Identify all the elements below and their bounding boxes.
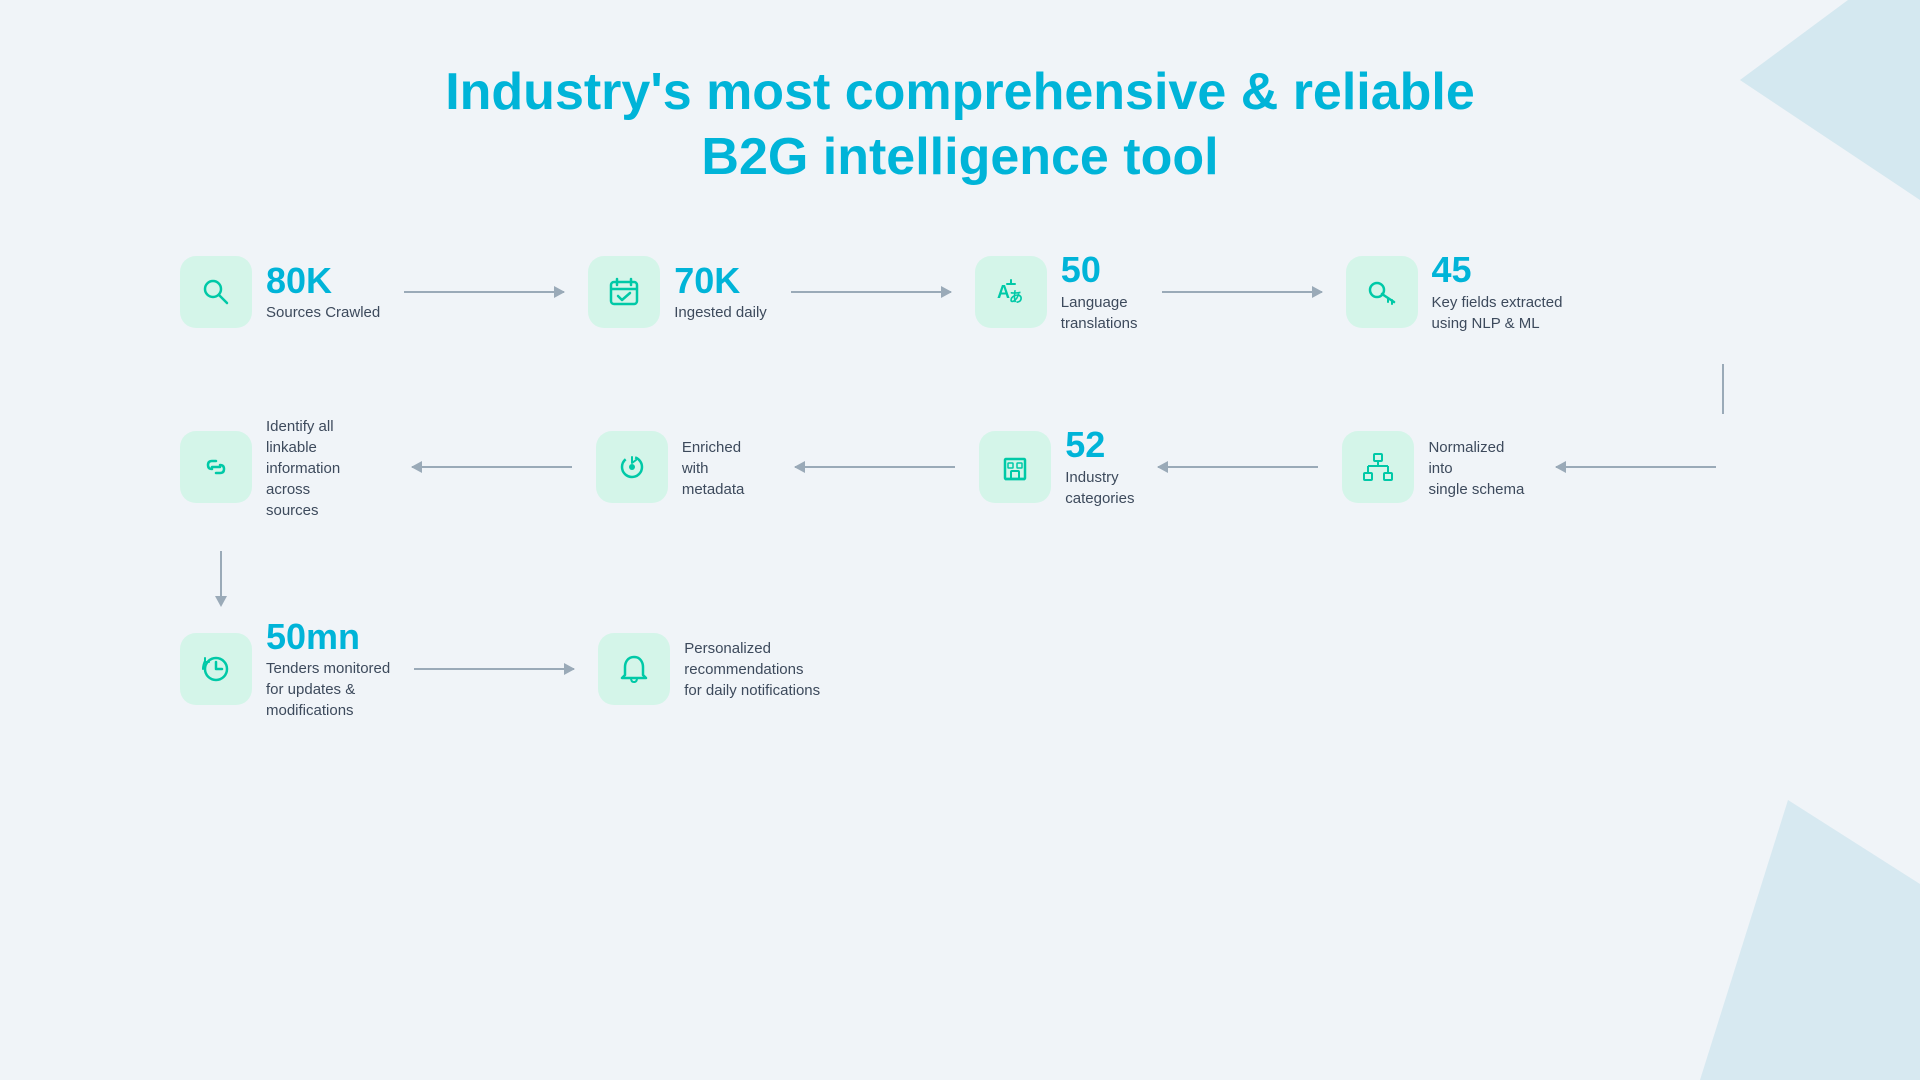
enriched-metadata-label: Enriched withmetadata (682, 437, 771, 500)
title-line2: B2G intelligence tool (701, 128, 1218, 186)
clock-refresh-icon (198, 651, 234, 687)
industry-categories-label: Industrycategories (1065, 467, 1134, 509)
item-key-fields: 45 Key fields extractedusing NLP & ML (1346, 250, 1563, 334)
link-icon (198, 449, 234, 485)
language-translations-number: 50 (1061, 250, 1138, 290)
normalized-schema-text: Normalized intosingle schema (1428, 435, 1532, 500)
building-icon (997, 449, 1033, 485)
search-icon (198, 274, 234, 310)
key-fields-icon-box (1346, 256, 1418, 328)
main-title: Industry's most comprehensive & reliable… (100, 60, 1820, 190)
calendar-check-icon (606, 274, 642, 310)
svg-text:あ: あ (1009, 289, 1023, 305)
arrow-l-to-4 (1556, 466, 1716, 468)
key-icon (1364, 274, 1400, 310)
schema-icon (1360, 449, 1396, 485)
ingested-daily-text: 70K Ingested daily (674, 261, 767, 324)
v-connector (215, 551, 227, 607)
personalized-recs-text: Personalizedrecommendationsfor daily not… (684, 636, 820, 701)
v-arrow-down (215, 596, 227, 607)
tenders-monitored-icon-box (180, 633, 252, 705)
l-connector-top (180, 364, 1740, 414)
translate-icon: A あ (993, 274, 1029, 310)
refresh-circle-icon (614, 449, 650, 485)
linkable-info-icon-box (180, 431, 252, 503)
l-connector-vertical (1722, 364, 1724, 414)
key-fields-label: Key fields extractedusing NLP & ML (1432, 292, 1563, 334)
personalized-recs-label: Personalizedrecommendationsfor daily not… (684, 638, 820, 701)
item-enriched-metadata: Enriched withmetadata (596, 431, 771, 503)
industry-categories-number: 52 (1065, 425, 1134, 465)
normalized-schema-icon-box (1342, 431, 1414, 503)
language-translations-icon-box: A あ (975, 256, 1047, 328)
language-translations-text: 50 Languagetranslations (1061, 250, 1138, 334)
tenders-monitored-number: 50mn (266, 617, 390, 657)
language-translations-label: Languagetranslations (1061, 292, 1138, 334)
flow-diagram: 80K Sources Crawled (100, 250, 1820, 721)
key-fields-text: 45 Key fields extractedusing NLP & ML (1432, 250, 1563, 334)
flow-row-3: 50mn Tenders monitoredfor updates &modif… (180, 617, 1740, 722)
linkable-info-text: Identify all linkableinformation acrosss… (266, 414, 388, 521)
ingested-daily-number: 70K (674, 261, 767, 301)
arrow-4-3 (1158, 466, 1318, 468)
industry-categories-text: 52 Industrycategories (1065, 425, 1134, 509)
decorative-corner-bottom-right (1700, 800, 1920, 1080)
ingested-daily-icon-box (588, 256, 660, 328)
bell-icon (616, 651, 652, 687)
arrow-1-2 (404, 291, 564, 293)
item-linkable-info: Identify all linkableinformation acrosss… (180, 414, 388, 521)
v-line (220, 551, 222, 596)
item-tenders-monitored: 50mn Tenders monitoredfor updates &modif… (180, 617, 390, 722)
tenders-monitored-text: 50mn Tenders monitoredfor updates &modif… (266, 617, 390, 722)
arrow-row3-1-2 (414, 668, 574, 670)
item-ingested-daily: 70K Ingested daily (588, 256, 767, 328)
enriched-metadata-text: Enriched withmetadata (682, 435, 771, 500)
title-section: Industry's most comprehensive & reliable… (100, 60, 1820, 190)
flow-row-2: Identify all linkableinformation acrosss… (180, 414, 1740, 521)
tenders-monitored-label: Tenders monitoredfor updates &modificati… (266, 658, 390, 721)
industry-categories-icon-box (979, 431, 1051, 503)
item-personalized-recs: Personalizedrecommendationsfor daily not… (598, 633, 820, 705)
item-language-translations: A あ 50 Languagetranslations (975, 250, 1138, 334)
arrow-3-2 (795, 466, 955, 468)
flow-row-1: 80K Sources Crawled (180, 250, 1740, 334)
sources-crawled-number: 80K (266, 261, 380, 301)
arrow-3-4 (1162, 291, 1322, 293)
sources-crawled-text: 80K Sources Crawled (266, 261, 380, 324)
linkable-info-label: Identify all linkableinformation acrosss… (266, 416, 388, 521)
vertical-connector-row2-row3 (180, 551, 1740, 607)
sources-crawled-label: Sources Crawled (266, 302, 380, 323)
item-sources-crawled: 80K Sources Crawled (180, 256, 380, 328)
normalized-schema-label: Normalized intosingle schema (1428, 437, 1532, 500)
personalized-recs-icon-box (598, 633, 670, 705)
title-line1: Industry's most comprehensive & reliable (445, 63, 1475, 121)
ingested-daily-label: Ingested daily (674, 302, 767, 323)
key-fields-number: 45 (1432, 250, 1563, 290)
item-normalized-schema: Normalized intosingle schema (1342, 431, 1532, 503)
sources-crawled-icon-box (180, 256, 252, 328)
arrow-2-3 (791, 291, 951, 293)
item-industry-categories: 52 Industrycategories (979, 425, 1134, 509)
arrow-2-1 (412, 466, 572, 468)
enriched-metadata-icon-box (596, 431, 668, 503)
